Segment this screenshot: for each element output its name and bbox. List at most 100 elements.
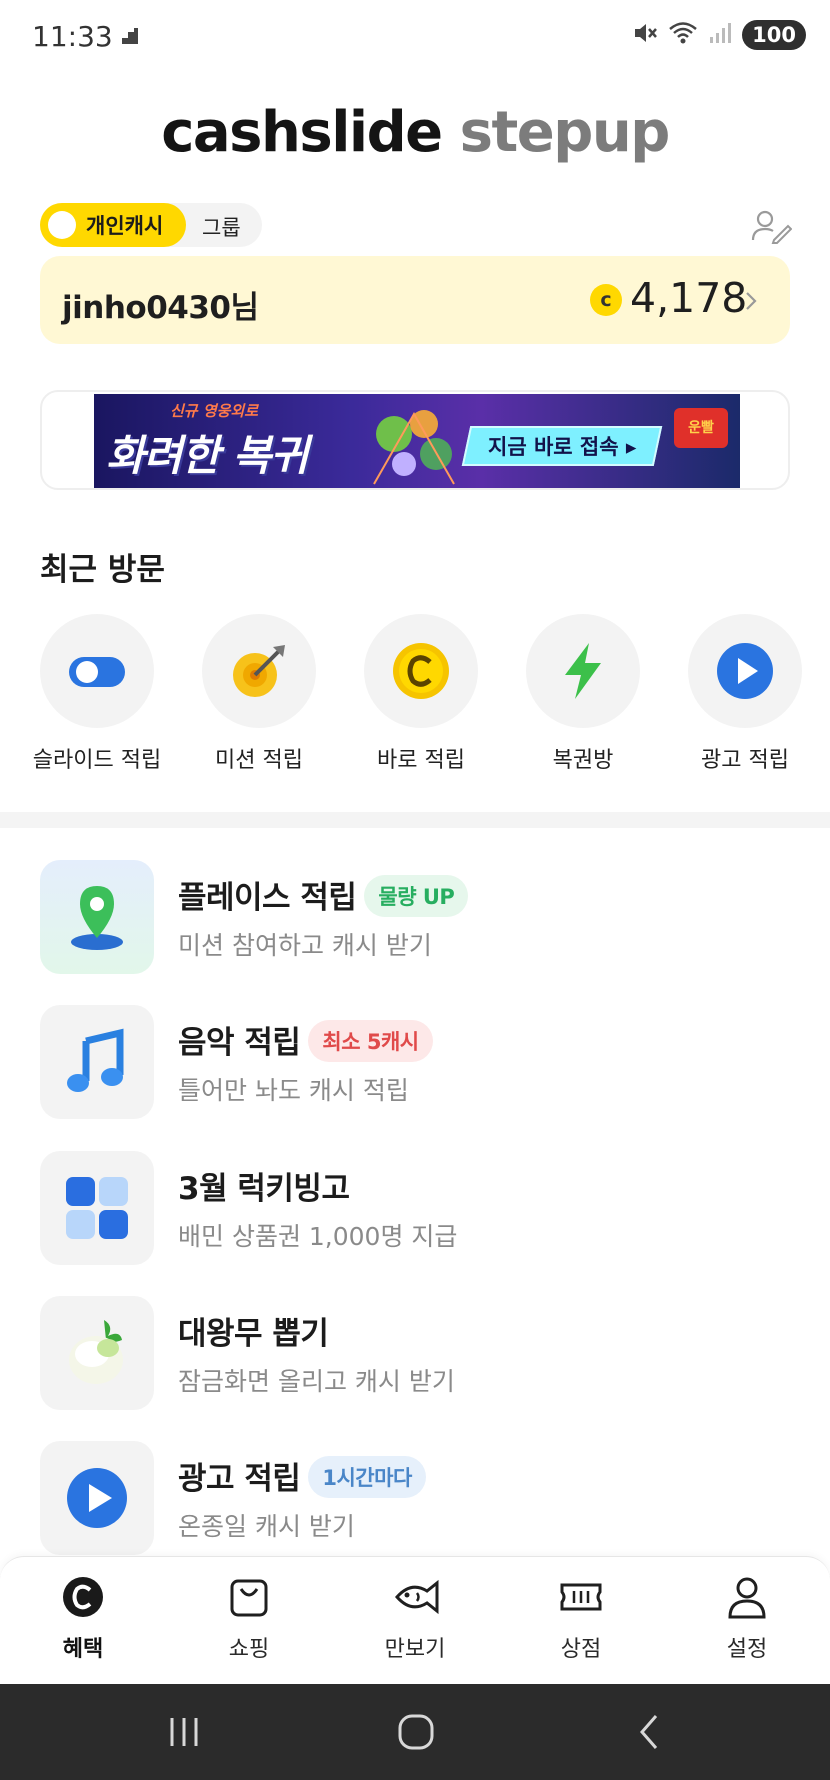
recent-item-icon-bg (364, 614, 478, 728)
coin-c-icon (393, 643, 449, 699)
toggle-knob (48, 211, 76, 239)
ad-banner[interactable]: 신규 영웅외로 화려한 복귀 지금 바로 접속 ▸ 운빨 (94, 394, 740, 488)
shopping-bag-icon (227, 1575, 271, 1619)
tab-benefits[interactable]: 혜택 (28, 1575, 138, 1663)
status-icons: 100 (632, 20, 806, 50)
recent-item-icon-bg (202, 614, 316, 728)
feature-item-radish[interactable]: 대왕무 뽑기 잠금화면 올리고 캐시 받기 (40, 1296, 790, 1410)
feature-item-music[interactable]: 음악 적립 최소 5캐시 틀어만 놔도 캐시 적립 (40, 1005, 790, 1119)
status-time: 11:33 (32, 20, 113, 53)
recent-item-icon-bg (40, 614, 154, 728)
tab-shopping[interactable]: 쇼핑 (194, 1575, 304, 1663)
battery-indicator: 100 (742, 20, 806, 50)
recent-item-icon-bg (526, 614, 640, 728)
app-logo: cashslide stepup (0, 100, 830, 165)
radish-icon (69, 1320, 123, 1384)
mute-icon (632, 20, 658, 50)
recent-item-label: 미션 적립 (215, 748, 303, 773)
banner-headline: 화려한 복귀 (106, 431, 309, 480)
feature-title-text: 3월 럭키빙고 (178, 1171, 350, 1207)
section-divider (0, 812, 830, 828)
feature-icon-bg (40, 1151, 154, 1265)
tab-settings[interactable]: 설정 (692, 1575, 802, 1663)
feature-title: 대왕무 뽑기 (178, 1308, 329, 1353)
feature-title: 음악 적립 최소 5캐시 (178, 1017, 433, 1062)
recent-item-lottery[interactable]: 복권방 (508, 614, 658, 774)
ad-banner-frame[interactable]: 신규 영웅외로 화려한 복귀 지금 바로 접속 ▸ 운빨 (40, 390, 790, 490)
feature-icon-bg (40, 1296, 154, 1410)
cash-balance-card[interactable]: jinho0430님 c 4,178 (40, 256, 790, 344)
map-pin-icon (71, 886, 123, 950)
recent-item-slide[interactable]: 슬라이드 적립 (22, 614, 172, 774)
recent-item-ad[interactable]: 광고 적립 (670, 614, 820, 774)
toggle-personal-label: 개인캐시 (86, 214, 164, 238)
tab-label: 설정 (726, 1637, 768, 1662)
home-icon[interactable] (396, 1712, 436, 1756)
feature-title-text: 대왕무 뽑기 (178, 1316, 329, 1352)
toggle-option-personal[interactable]: 개인캐시 (40, 203, 186, 247)
wifi-icon (668, 20, 698, 50)
feature-title-text: 광고 적립 (178, 1461, 301, 1497)
bingo-grid-icon (66, 1177, 128, 1239)
recent-item-label: 광고 적립 (701, 748, 789, 773)
recent-item-icon-bg (688, 614, 802, 728)
music-note-icon (67, 1028, 124, 1092)
signal-icon (708, 21, 732, 49)
banner-cta-button[interactable]: 지금 바로 접속 ▸ (461, 426, 663, 466)
feature-subtitle: 온종일 캐시 받기 (178, 1512, 355, 1541)
feature-icon-bg (40, 860, 154, 974)
toggle-option-group[interactable]: 그룹 (202, 212, 241, 242)
banner-cta-label: 지금 바로 접속 ▸ (487, 435, 637, 459)
recent-item-label: 슬라이드 적립 (32, 748, 162, 773)
ticket-icon (559, 1575, 603, 1619)
feature-icon-bg (40, 1005, 154, 1119)
feature-badge: 물량 UP (364, 875, 469, 917)
play-icon (67, 1468, 127, 1528)
banner-character-art (373, 410, 455, 485)
feature-subtitle: 배민 상품권 1,000명 지급 (178, 1222, 458, 1251)
fish-icon (393, 1575, 439, 1619)
tab-pedometer[interactable]: 만보기 (360, 1575, 470, 1663)
person-icon (725, 1575, 769, 1619)
feature-subtitle: 틀어만 놔도 캐시 적립 (178, 1076, 409, 1105)
banner-brand-logo: 운빨 (674, 408, 728, 448)
feature-item-bingo[interactable]: 3월 럭키빙고 배민 상품권 1,000명 지급 (40, 1151, 790, 1265)
username: jinho0430님 (62, 290, 259, 326)
feature-title: 3월 럭키빙고 (178, 1163, 350, 1208)
back-icon[interactable] (630, 1712, 670, 1756)
toggle-switch-icon (69, 657, 125, 687)
cash-mode-toggle[interactable]: 개인캐시 그룹 (40, 203, 262, 247)
system-nav-bar (0, 1684, 830, 1780)
feature-icon-bg (40, 1441, 154, 1555)
recent-item-label: 바로 적립 (377, 748, 465, 773)
notification-icon (120, 26, 140, 50)
coin-icon: c (590, 284, 622, 316)
recent-item-mission[interactable]: 미션 적립 (184, 614, 334, 774)
feature-subtitle: 미션 참여하고 캐시 받기 (178, 931, 432, 960)
recent-item-instant[interactable]: 바로 적립 (346, 614, 496, 774)
feature-badge: 최소 5캐시 (308, 1020, 433, 1062)
target-dart-icon (233, 645, 285, 697)
feature-badge: 1시간마다 (308, 1456, 426, 1498)
feature-item-place[interactable]: 플레이스 적립 물량 UP 미션 참여하고 캐시 받기 (40, 860, 790, 974)
recent-apps-icon[interactable] (164, 1712, 204, 1756)
tab-store[interactable]: 상점 (526, 1575, 636, 1663)
feature-item-ad[interactable]: 광고 적립 1시간마다 온종일 캐시 받기 (40, 1441, 790, 1555)
cash-amount: 4,178 (630, 274, 748, 322)
bottom-tab-bar: 혜택 쇼핑 만보기 상점 설정 (0, 1556, 830, 1684)
play-icon (717, 643, 773, 699)
tab-label: 쇼핑 (228, 1637, 270, 1662)
banner-subtitle: 신규 영웅외로 (170, 402, 259, 420)
feature-subtitle: 잠금화면 올리고 캐시 받기 (178, 1367, 455, 1396)
profile-edit-icon[interactable] (750, 208, 793, 248)
feature-title-text: 음악 적립 (178, 1025, 301, 1061)
logo-word-cashslide: cashslide (161, 100, 443, 165)
feature-title: 광고 적립 1시간마다 (178, 1453, 426, 1498)
lightning-icon (565, 643, 601, 699)
tab-label: 혜택 (62, 1637, 104, 1662)
tab-label: 만보기 (384, 1637, 446, 1662)
chevron-right-icon (744, 290, 758, 316)
recent-visits-title: 최근 방문 (40, 552, 165, 588)
logo-word-stepup: stepup (459, 100, 671, 165)
recent-item-label: 복권방 (552, 748, 614, 773)
